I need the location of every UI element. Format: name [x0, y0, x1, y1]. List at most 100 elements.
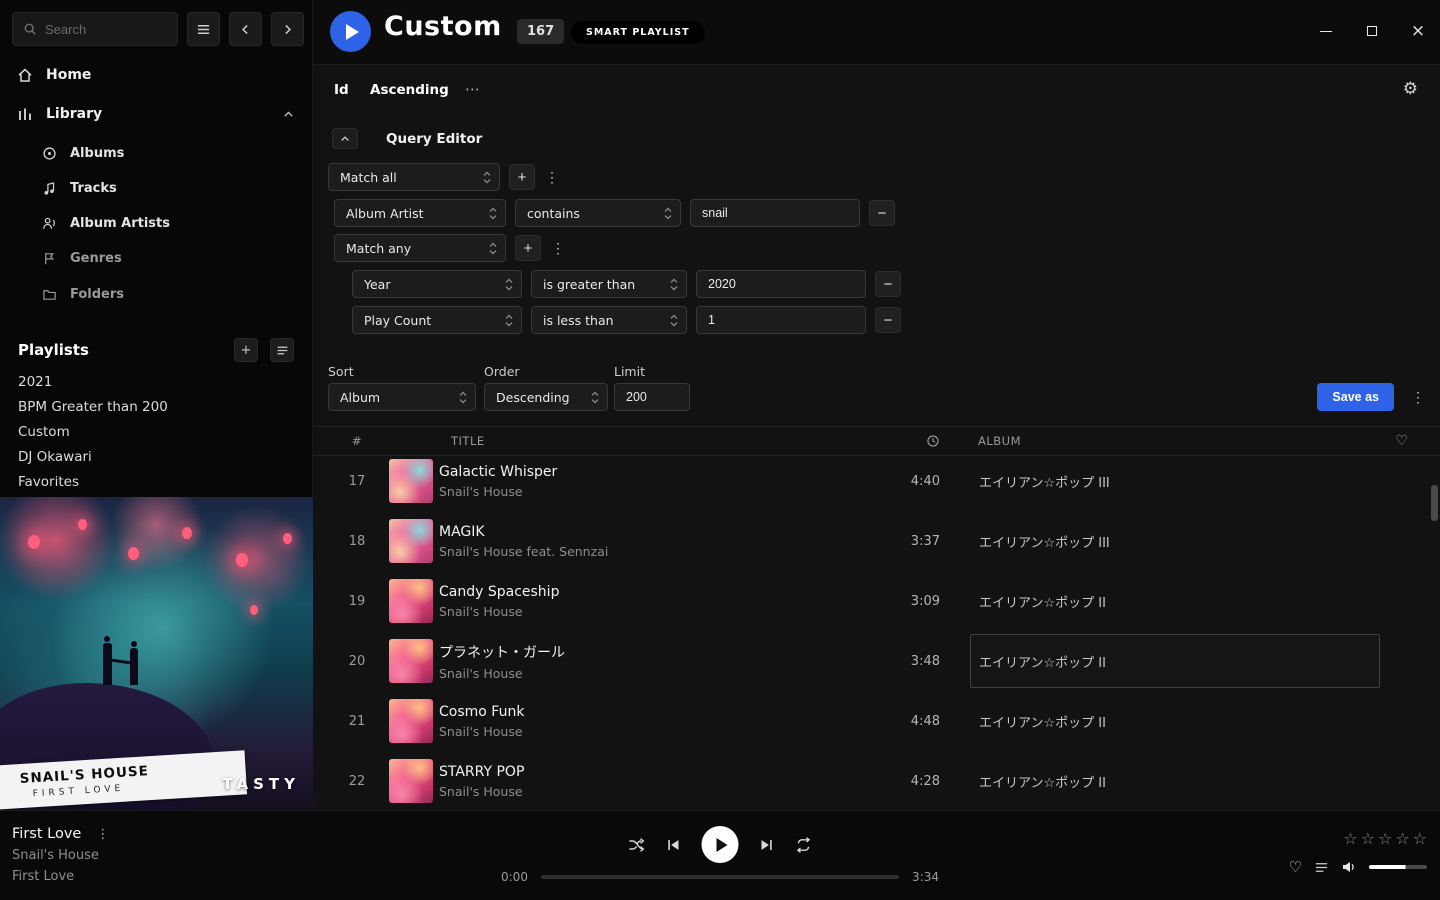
sidebar-item-folders[interactable]: Folders: [42, 279, 124, 309]
repeat-button[interactable]: [795, 836, 813, 854]
sidebar-item-library[interactable]: Library: [0, 97, 312, 131]
sidebar-item-albums[interactable]: Albums: [42, 138, 124, 168]
remove-rule-button[interactable]: −: [869, 200, 895, 226]
play-pause-button[interactable]: [702, 826, 739, 863]
playlist-item[interactable]: BPM Greater than 200: [18, 394, 300, 419]
track-row[interactable]: 22 STARRY POP Snail's House 4:28 エイリアン☆ポ…: [313, 751, 1440, 810]
rule-operator-select[interactable]: contains: [515, 199, 681, 227]
rule-value-input[interactable]: [696, 270, 866, 298]
column-favorite[interactable]: ♡: [1380, 433, 1424, 449]
order-select[interactable]: Descending: [484, 383, 608, 411]
seek-bar[interactable]: [541, 875, 899, 879]
scrollbar-thumb[interactable]: [1431, 485, 1438, 521]
now-playing-menu-button[interactable]: ⋮: [96, 827, 109, 842]
search-input[interactable]: [45, 22, 167, 37]
limit-input[interactable]: [614, 383, 690, 411]
playlist-item[interactable]: 2021: [18, 369, 300, 394]
sidebar-item-album-artists[interactable]: Album Artists: [42, 208, 170, 238]
more-options-button[interactable]: ⋯: [465, 80, 480, 98]
lantern-glow: [236, 553, 248, 567]
nav-forward-button[interactable]: [271, 12, 304, 46]
track-number: 19: [337, 594, 377, 609]
volume-slider[interactable]: [1369, 865, 1427, 869]
sort-field-button[interactable]: Id: [334, 82, 349, 98]
track-album[interactable]: エイリアン☆ポップ III: [970, 514, 1380, 568]
settings-gear-icon[interactable]: ⚙: [1403, 79, 1418, 99]
rule-field-select[interactable]: Play Count: [352, 306, 522, 334]
star-icon[interactable]: ☆: [1413, 829, 1427, 848]
rule-field-select[interactable]: Year: [352, 270, 522, 298]
add-subrule-button[interactable]: +: [515, 235, 541, 261]
column-album[interactable]: ALBUM: [970, 434, 1380, 448]
match-any-select[interactable]: Match any: [334, 234, 506, 262]
volume-icon[interactable]: [1341, 859, 1357, 875]
track-album[interactable]: エイリアン☆ポップ III: [970, 457, 1380, 508]
rule-value-input[interactable]: [690, 199, 860, 227]
album-art-thumbnail[interactable]: [389, 579, 433, 623]
column-index[interactable]: #: [337, 434, 377, 448]
track-row[interactable]: 20 プラネット・ガール Snail's House 3:48 エイリアン☆ポッ…: [313, 631, 1440, 691]
star-icon[interactable]: ☆: [1378, 829, 1392, 848]
sidebar-item-tracks[interactable]: Tracks: [42, 173, 117, 203]
rule-group-menu-button[interactable]: ⋮: [544, 164, 560, 190]
track-duration: 3:37: [900, 534, 970, 549]
save-menu-button[interactable]: ⋮: [1410, 384, 1426, 410]
track-row[interactable]: 21 Cosmo Funk Snail's House 4:48 エイリアン☆ポ…: [313, 691, 1440, 751]
track-album[interactable]: エイリアン☆ポップ II: [970, 634, 1380, 688]
playlist-item[interactable]: Favorites: [18, 469, 300, 494]
album-art-thumbnail[interactable]: [389, 699, 433, 743]
now-playing-album[interactable]: First Love: [12, 869, 109, 884]
track-album[interactable]: エイリアン☆ポップ II: [970, 574, 1380, 628]
star-icon[interactable]: ☆: [1343, 829, 1357, 848]
rule-operator-select[interactable]: is greater than: [531, 270, 687, 298]
track-artist: Snail's House: [439, 484, 900, 499]
playlist-item[interactable]: Custom: [18, 419, 300, 444]
remove-rule-button[interactable]: −: [875, 271, 901, 297]
minimize-button[interactable]: [1314, 19, 1338, 43]
playlist-item[interactable]: DJ Okawari: [18, 444, 300, 469]
chevron-up-icon[interactable]: [282, 108, 295, 121]
track-row[interactable]: 19 Candy Spaceship Snail's House 3:09 エイ…: [313, 571, 1440, 631]
track-album[interactable]: エイリアン☆ポップ II: [970, 694, 1380, 748]
search-box[interactable]: [12, 12, 178, 46]
track-row[interactable]: 18 MAGIK Snail's House feat. Sennzai 3:3…: [313, 511, 1440, 571]
match-all-select[interactable]: Match all: [328, 163, 500, 191]
play-playlist-button[interactable]: [330, 11, 371, 52]
save-as-button[interactable]: Save as: [1317, 383, 1394, 411]
favorite-heart-button[interactable]: ♡: [1289, 858, 1302, 876]
previous-track-button[interactable]: [666, 837, 682, 853]
maximize-button[interactable]: [1360, 19, 1384, 43]
queue-button[interactable]: [1314, 860, 1329, 875]
close-button[interactable]: ×: [1406, 19, 1430, 43]
remove-rule-button[interactable]: −: [875, 307, 901, 333]
rule-field-select[interactable]: Album Artist: [334, 199, 506, 227]
playlist-list-button[interactable]: [270, 338, 294, 362]
rule-operator-select[interactable]: is less than: [531, 306, 687, 334]
add-playlist-button[interactable]: +: [234, 338, 258, 362]
album-art-thumbnail[interactable]: [389, 459, 433, 503]
shuffle-button[interactable]: [628, 836, 646, 854]
now-playing-cover-art[interactable]: SNAIL'S HOUSE FIRST LOVE TASTY: [0, 497, 313, 810]
sort-order-button[interactable]: Ascending: [370, 82, 449, 98]
sidebar-item-home[interactable]: Home: [0, 58, 312, 92]
menu-button[interactable]: [187, 12, 220, 46]
column-title[interactable]: TITLE: [439, 434, 900, 448]
album-art-thumbnail[interactable]: [389, 519, 433, 563]
star-icon[interactable]: ☆: [1361, 829, 1375, 848]
subgroup-menu-button[interactable]: ⋮: [550, 235, 566, 261]
next-track-button[interactable]: [759, 837, 775, 853]
rule-value-input[interactable]: [696, 306, 866, 334]
column-duration[interactable]: [900, 434, 970, 448]
add-rule-button[interactable]: +: [509, 164, 535, 190]
star-icon[interactable]: ☆: [1395, 829, 1409, 848]
album-art-thumbnail[interactable]: [389, 639, 433, 683]
now-playing-artist[interactable]: Snail's House: [12, 848, 109, 863]
sidebar-item-genres[interactable]: Genres: [42, 243, 122, 273]
select-value: Year: [364, 277, 390, 292]
album-art-thumbnail[interactable]: [389, 759, 433, 803]
sort-select[interactable]: Album: [328, 383, 476, 411]
track-row[interactable]: 17 Galactic Whisper Snail's House 4:40 エ…: [313, 457, 1440, 511]
track-album[interactable]: エイリアン☆ポップ II: [970, 754, 1380, 808]
nav-back-button[interactable]: [229, 12, 262, 46]
query-editor-collapse-button[interactable]: [332, 128, 358, 149]
